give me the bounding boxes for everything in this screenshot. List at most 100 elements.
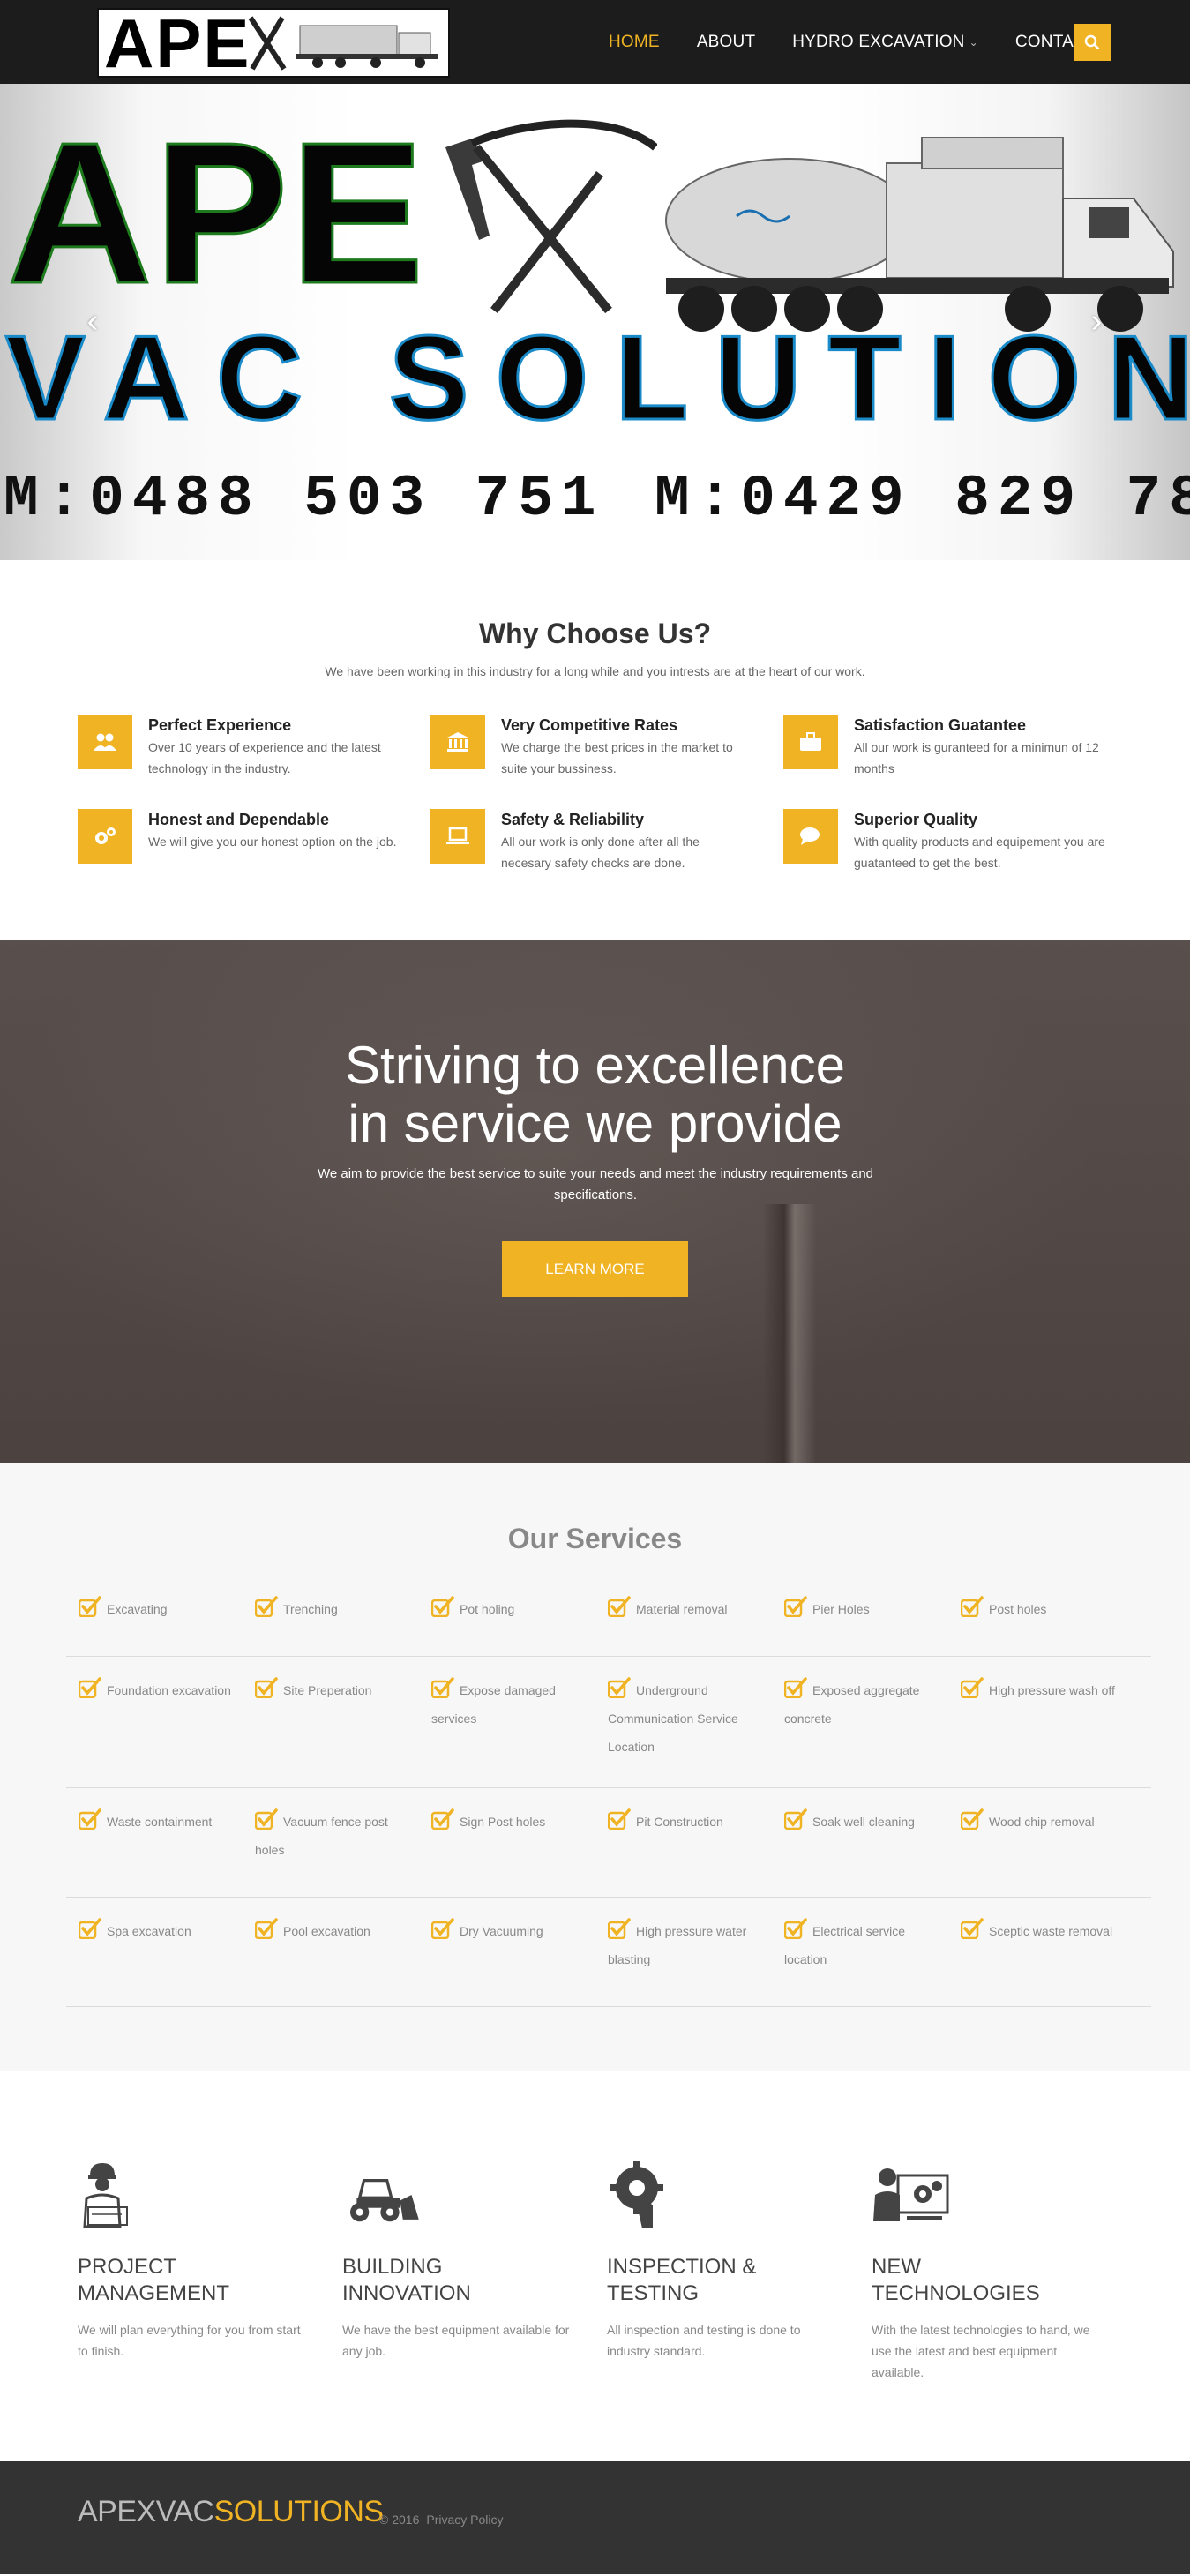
striving-banner: Striving to excellence in service we pro… <box>0 940 1190 1463</box>
feature-item: Honest and Dependable We will give you ou… <box>78 809 430 873</box>
service-item: Waste containment <box>79 1808 255 1897</box>
check-icon <box>961 1677 984 1698</box>
service-item: Dry Vacuuming <box>431 1917 608 2006</box>
check-icon <box>431 1918 454 1939</box>
highlight-item: NEW TECHNOLOGIES With the latest technolo… <box>872 2160 1101 2383</box>
service-item: Electrical service location <box>784 1917 961 2006</box>
service-item: Site Preperation <box>255 1676 431 1787</box>
search-button[interactable] <box>1074 24 1111 61</box>
nav-home[interactable]: HOME <box>609 33 660 52</box>
services-row: Waste containment Vacuum fence post holes… <box>66 1788 1151 1898</box>
feature-item: Satisfaction Guatantee All our work is gu… <box>783 715 1119 779</box>
highlight-title-line1: INSPECTION & <box>607 2255 757 2279</box>
logo-text: APE <box>104 8 251 78</box>
feature-text: All our work is guranteed for a minimun … <box>854 740 1099 775</box>
service-label: Soak well cleaning <box>812 1815 915 1829</box>
hero-carousel: APE VAC SOLUTIONS M:0488 503 751 M:0429 … <box>0 84 1190 560</box>
highlight-title: PROJECT MANAGEMENT <box>78 2254 307 2307</box>
service-label: Spa excavation <box>107 1924 191 1938</box>
footer-brand[interactable]: APEXVACSOLUTIONS <box>78 2497 384 2527</box>
highlight-title-line1: NEW <box>872 2255 921 2279</box>
check-icon <box>431 1808 454 1830</box>
service-item: Pot holing <box>431 1595 608 1656</box>
carousel-prev-button[interactable]: ‹ <box>78 304 108 338</box>
learn-more-button[interactable]: LEARN MORE <box>502 1241 688 1297</box>
service-label: Pot holing <box>460 1602 515 1616</box>
footer-brand-part2: SOLUTIONS <box>213 2495 384 2528</box>
footer-copyright: © 2016 Privacy Policy <box>379 2512 504 2527</box>
service-item: Underground Communication Service Locati… <box>608 1676 784 1787</box>
feature-title: Superior Quality <box>854 811 978 828</box>
privacy-policy-link[interactable]: Privacy Policy <box>426 2512 503 2527</box>
carousel-next-button[interactable]: › <box>1081 304 1111 338</box>
features-grid: Perfect Experience Over 10 years of exper… <box>78 715 1119 873</box>
feature-text: Over 10 years of experience and the late… <box>148 740 381 775</box>
chat-icon <box>783 809 838 864</box>
main-nav: HOME ABOUT HYDRO EXCAVATION ⌄ CONTACT <box>609 0 1134 84</box>
feature-title: Very Competitive Rates <box>501 716 678 734</box>
service-item: Post holes <box>961 1595 1137 1656</box>
striving-title-line1: Striving to excellence <box>345 1036 845 1095</box>
check-icon <box>255 1918 278 1939</box>
services-row: Excavating Trenching Pot holing Material re… <box>66 1595 1151 1657</box>
striving-text: We aim to provide the best service to su… <box>317 1166 874 1202</box>
services-row: Foundation excavation Site Preperation Exp… <box>66 1657 1151 1788</box>
service-label: Post holes <box>989 1602 1047 1616</box>
feature-text: All our work is only done after all the … <box>501 835 700 870</box>
service-item: Material removal <box>608 1595 784 1656</box>
logo-wand-icon <box>248 15 287 71</box>
highlight-title-line2: INNOVATION <box>342 2281 471 2305</box>
site-logo[interactable]: APE <box>97 8 450 78</box>
nav-about[interactable]: ABOUT <box>697 33 755 52</box>
check-icon <box>961 1596 984 1617</box>
copyright-text: © 2016 <box>379 2512 420 2527</box>
check-icon <box>784 1808 807 1830</box>
feature-text: We charge the best prices in the market … <box>501 740 733 775</box>
tractor-icon <box>350 2179 419 2222</box>
service-label: Dry Vacuuming <box>460 1924 543 1938</box>
service-item: Vacuum fence post holes <box>255 1808 431 1897</box>
striving-title-line2: in service we provide <box>348 1094 842 1153</box>
why-title: Why Choose Us? <box>478 618 712 649</box>
check-icon <box>784 1596 807 1617</box>
service-item: High pressure water blasting <box>608 1917 784 2006</box>
service-label: Pool excavation <box>283 1924 370 1938</box>
service-item: Excavating <box>79 1595 255 1656</box>
bank-icon <box>430 715 485 769</box>
service-label: Site Preperation <box>283 1683 372 1697</box>
nav-hydro-excavation[interactable]: HYDRO EXCAVATION ⌄ <box>792 33 978 52</box>
check-icon <box>608 1918 631 1939</box>
highlight-title-line2: TECHNOLOGIES <box>872 2281 1040 2305</box>
check-icon <box>784 1918 807 1939</box>
highlight-title-line1: PROJECT <box>78 2255 177 2279</box>
check-icon <box>608 1808 631 1830</box>
hero-phone-1: M:0488 503 751 <box>4 466 604 532</box>
service-label: Excavating <box>107 1602 168 1616</box>
check-icon <box>79 1677 101 1698</box>
gear-hand-icon <box>610 2161 663 2228</box>
highlight-title-line2: TESTING <box>607 2281 700 2305</box>
check-icon <box>255 1808 278 1830</box>
hero-brand-text: APE <box>6 101 426 326</box>
highlight-title: NEW TECHNOLOGIES <box>872 2254 1101 2307</box>
nav-hydro-label: HYDRO EXCAVATION <box>792 32 965 51</box>
service-label: High pressure wash off <box>989 1683 1115 1697</box>
chevron-down-icon: ⌄ <box>969 35 978 49</box>
service-label: Foundation excavation <box>107 1683 231 1697</box>
banner-background-detail <box>763 1204 816 1463</box>
hero-phone-2: M:0429 829 787 <box>655 466 1190 532</box>
highlight-text: With the latest technologies to hand, we… <box>872 2323 1090 2379</box>
service-label: Sign Post holes <box>460 1815 546 1829</box>
service-item: Sceptic waste removal <box>961 1917 1137 2006</box>
hero-company-name: VAC SOLUTIONS <box>4 311 1190 445</box>
services-grid: Excavating Trenching Pot holing Material re… <box>66 1595 1151 2007</box>
service-label: Pier Holes <box>812 1602 870 1616</box>
services-section: Our Services Excavating Trenching Pot holi… <box>0 1463 1190 2071</box>
check-icon <box>608 1677 631 1698</box>
service-label: Material removal <box>636 1602 728 1616</box>
engineer-icon <box>83 2163 128 2228</box>
highlight-text: We have the best equipment available for… <box>342 2323 570 2358</box>
check-icon <box>79 1808 101 1830</box>
services-title: Our Services <box>507 1523 683 1554</box>
check-icon <box>255 1677 278 1698</box>
